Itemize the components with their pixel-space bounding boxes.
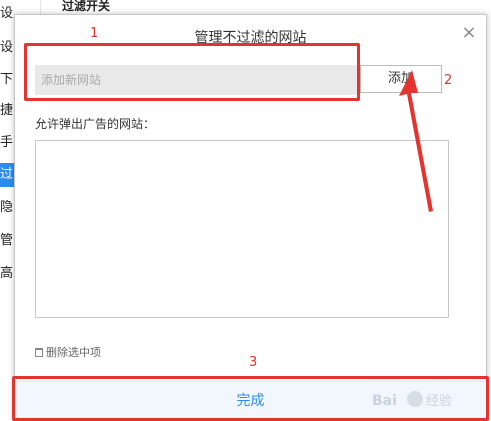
svg-text:Bai: Bai <box>372 393 397 409</box>
annotation-arrow <box>399 70 433 212</box>
arrow-icon <box>399 70 433 212</box>
baidu-watermark-icon: Bai 经验 <box>372 391 452 409</box>
svg-text:经验: 经验 <box>426 393 452 409</box>
